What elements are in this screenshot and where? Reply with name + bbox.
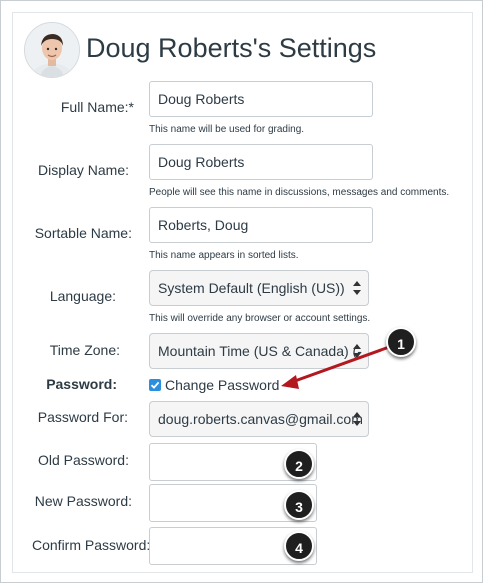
callout-arrow-icon: [281, 344, 394, 389]
callout-badge-1: 1: [386, 327, 416, 357]
callout-badge-2: 2: [284, 449, 314, 479]
callout-badge-4: 4: [284, 531, 314, 561]
callout-badge-3: 3: [284, 490, 314, 520]
